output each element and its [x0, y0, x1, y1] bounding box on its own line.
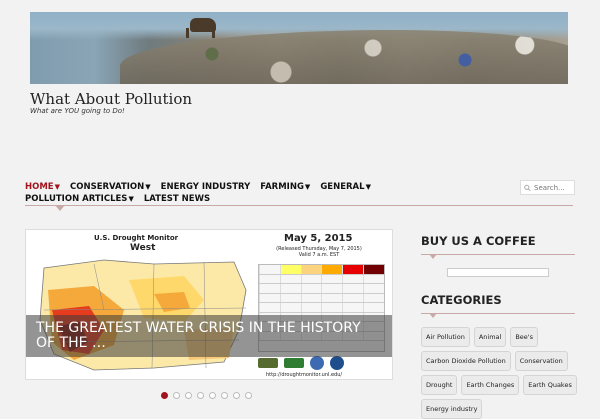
search-box[interactable]: [520, 180, 575, 195]
banner-dog: [186, 18, 216, 38]
site-description: What are YOU going to Do!: [30, 107, 125, 115]
slider-dot[interactable]: [161, 392, 168, 399]
noaa-logo: [310, 356, 324, 370]
nav-row-1: HOME▼ CONSERVATION▼ ENERGY INDUSTRY FARM…: [25, 181, 573, 193]
usda-logo: [258, 358, 278, 368]
nws-logo: [330, 356, 344, 370]
caret-down-icon: ▼: [365, 183, 371, 191]
widget-divider: [421, 254, 575, 259]
slide-image-subtitle: (Released Thursday, May 7, 2015) Valid 7…: [276, 246, 362, 258]
ndmc-logo: [284, 358, 304, 368]
nav-item-general[interactable]: GENERAL▼: [320, 182, 371, 192]
nav-item-farming[interactable]: FARMING▼: [260, 182, 310, 192]
site-title[interactable]: What About Pollution: [30, 90, 192, 108]
nav-divider: [25, 205, 573, 211]
caret-down-icon: ▼: [54, 183, 60, 191]
slide-image-date: May 5, 2015: [284, 233, 353, 244]
slide-image-url: http://droughtmonitor.unl.edu/: [266, 372, 343, 378]
slider-dot[interactable]: [185, 392, 192, 399]
widget-divider: [421, 313, 575, 318]
search-icon: [524, 184, 531, 191]
tag-earth-changes[interactable]: Earth Changes: [461, 375, 520, 395]
nav-item-pollution-articles[interactable]: POLLUTION ARTICLES▼: [25, 194, 134, 204]
caret-down-icon: ▼: [304, 183, 311, 191]
nav-item-latest-news[interactable]: LATEST NEWS: [144, 194, 210, 204]
tag-air-pollution[interactable]: Air Pollution: [421, 327, 470, 347]
tag-drought[interactable]: Drought: [421, 375, 458, 395]
slider-dot[interactable]: [233, 392, 240, 399]
header-banner-image[interactable]: [30, 12, 568, 84]
slide-caption-overlay: THE GREATEST WATER CRISIS IN THE HISTORY…: [26, 315, 392, 357]
featured-slider[interactable]: U.S. Drought Monitor West May 5, 2015 (R…: [25, 229, 393, 380]
nav-item-home[interactable]: HOME▼: [25, 182, 60, 192]
category-tag-cloud: Air Pollution Animal Bee's Carbon Dioxid…: [421, 327, 579, 419]
tag-earth-quakes[interactable]: Earth Quakes: [523, 375, 577, 395]
slide-image-title: U.S. Drought Monitor: [94, 234, 179, 242]
slider-dot[interactable]: [173, 392, 180, 399]
search-input[interactable]: [531, 183, 574, 192]
slider-dot[interactable]: [245, 392, 252, 399]
widget-title-coffee: BUY US A COFFEE: [421, 234, 536, 248]
tag-carbon-dioxide-pollution[interactable]: Carbon Dioxide Pollution: [421, 351, 511, 371]
caret-down-icon: ▼: [128, 195, 134, 203]
slider-dot[interactable]: [221, 392, 228, 399]
nav-item-energy-industry[interactable]: ENERGY INDUSTRY: [161, 182, 251, 192]
nav-row-2: POLLUTION ARTICLES▼ LATEST NEWS: [25, 193, 573, 205]
tag-conservation[interactable]: Conservation: [514, 351, 568, 371]
slider-pagination: [161, 392, 252, 399]
caret-down-icon: ▼: [145, 183, 151, 191]
tag-energy-industry[interactable]: Energy industry: [421, 399, 483, 419]
slide-caption-link[interactable]: THE GREATEST WATER CRISIS IN THE HISTORY…: [36, 321, 366, 351]
main-navigation: HOME▼ CONSERVATION▼ ENERGY INDUSTRY FARM…: [25, 181, 573, 205]
slider-dot[interactable]: [209, 392, 216, 399]
tag-animal[interactable]: Animal: [473, 327, 507, 347]
agency-logos: [258, 356, 344, 370]
tag-bees[interactable]: Bee's: [510, 327, 538, 347]
slider-dot[interactable]: [197, 392, 204, 399]
coffee-donate-button[interactable]: [447, 268, 549, 277]
widget-title-categories: CATEGORIES: [421, 293, 502, 307]
nav-item-conservation[interactable]: CONSERVATION▼: [70, 182, 151, 192]
